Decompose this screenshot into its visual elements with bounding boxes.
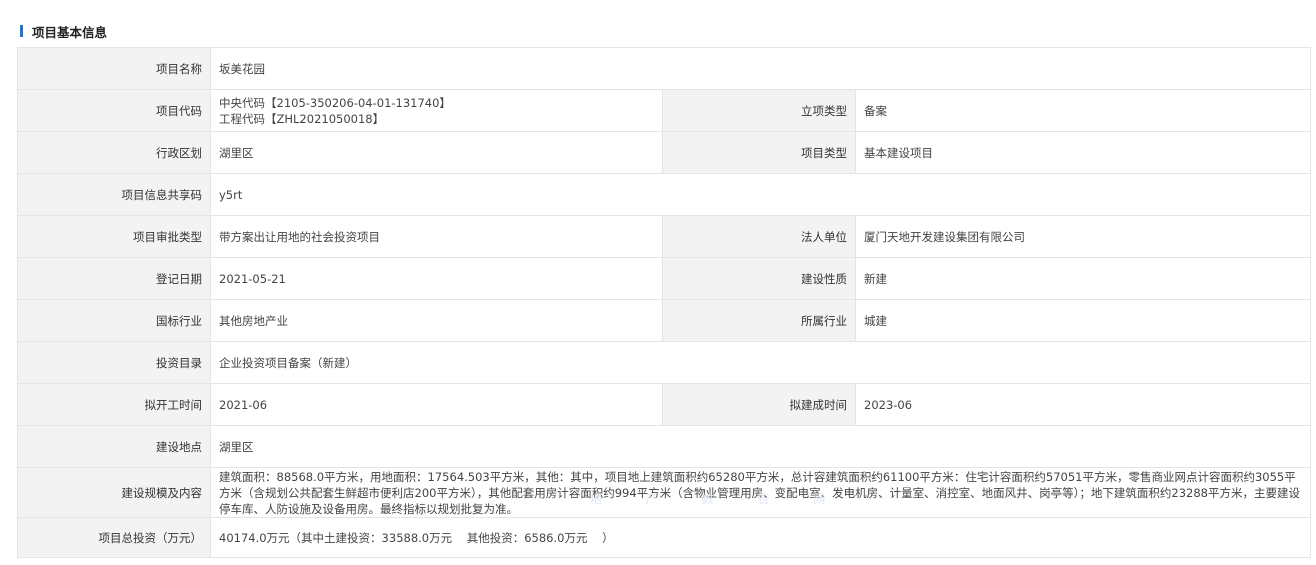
- field-label: 建设规模及内容: [17, 467, 211, 518]
- project-type-value: 基本建设项目: [855, 131, 1311, 174]
- register-date-value: 2021-05-21: [210, 257, 663, 300]
- table-row: 项目代码 中央代码【2105-350206-04-01-131740】 工程代码…: [17, 89, 1311, 132]
- field-label: 项目信息共享码: [17, 173, 211, 216]
- total-investment-value: 40174.0万元（其中土建投资：33588.0万元 其他投资：6586.0万元…: [210, 517, 1311, 558]
- field-label: 项目总投资（万元）: [17, 517, 211, 558]
- field-label: 项目审批类型: [17, 215, 211, 258]
- construction-nature-value: 新建: [855, 257, 1311, 300]
- field-label: 国标行业: [17, 299, 211, 342]
- field-label: 项目名称: [17, 47, 211, 90]
- project-code-value: 中央代码【2105-350206-04-01-131740】 工程代码【ZHL2…: [210, 89, 663, 132]
- planned-finish-value: 2023-06: [855, 383, 1311, 426]
- field-label: 投资目录: [17, 341, 211, 384]
- field-label: 项目类型: [662, 131, 856, 174]
- scale-content-value: 建筑面积：88568.0平方米，用地面积：17564.503平方米，其他：其中，…: [210, 467, 1311, 518]
- table-row: 登记日期 2021-05-21 建设性质 新建: [17, 257, 1311, 300]
- section-accent-bar: [20, 25, 23, 37]
- field-label: 立项类型: [662, 89, 856, 132]
- table-row: 项目审批类型 带方案出让用地的社会投资项目 法人单位 厦门天地开发建设集团有限公…: [17, 215, 1311, 258]
- review-type-value: 带方案出让用地的社会投资项目: [210, 215, 663, 258]
- field-label: 法人单位: [662, 215, 856, 258]
- legal-entity-value: 厦门天地开发建设集团有限公司: [855, 215, 1311, 258]
- industry-value: 城建: [855, 299, 1311, 342]
- central-code: 中央代码【2105-350206-04-01-131740】: [219, 95, 451, 110]
- investment-catalog-value: 企业投资项目备案（新建）: [210, 341, 1311, 384]
- approval-category-value: 备案: [855, 89, 1311, 132]
- engineering-code: 工程代码【ZHL2021050018】: [219, 111, 385, 126]
- field-label: 项目代码: [17, 89, 211, 132]
- field-label: 建设地点: [17, 425, 211, 468]
- project-name-value: 坂美花园: [210, 47, 1311, 90]
- planned-start-value: 2021-06: [210, 383, 663, 426]
- table-row: 拟开工时间 2021-06 拟建成时间 2023-06: [17, 383, 1311, 426]
- section-header: 项目基本信息: [20, 22, 107, 40]
- location-value: 湖里区: [210, 425, 1311, 468]
- section-title: 项目基本信息: [32, 24, 108, 40]
- district-value: 湖里区: [210, 131, 663, 174]
- share-code-value: y5rt: [210, 173, 1311, 216]
- field-label: 所属行业: [662, 299, 856, 342]
- table-row: 建设规模及内容 建筑面积：88568.0平方米，用地面积：17564.503平方…: [17, 467, 1311, 518]
- field-label: 登记日期: [17, 257, 211, 300]
- field-label: 拟建成时间: [662, 383, 856, 426]
- table-row: 国标行业 其他房地产业 所属行业 城建: [17, 299, 1311, 342]
- project-info-table: 项目名称 坂美花园 项目代码 中央代码【2105-350206-04-01-13…: [17, 47, 1311, 558]
- table-row: 项目总投资（万元） 40174.0万元（其中土建投资：33588.0万元 其他投…: [17, 517, 1311, 558]
- field-label: 行政区划: [17, 131, 211, 174]
- table-row: 建设地点 湖里区: [17, 425, 1311, 468]
- table-row: 行政区划 湖里区 项目类型 基本建设项目: [17, 131, 1311, 174]
- table-row: 项目信息共享码 y5rt: [17, 173, 1311, 216]
- field-label: 拟开工时间: [17, 383, 211, 426]
- table-row: 投资目录 企业投资项目备案（新建）: [17, 341, 1311, 384]
- national-industry-value: 其他房地产业: [210, 299, 663, 342]
- table-row: 项目名称 坂美花园: [17, 47, 1311, 90]
- field-label: 建设性质: [662, 257, 856, 300]
